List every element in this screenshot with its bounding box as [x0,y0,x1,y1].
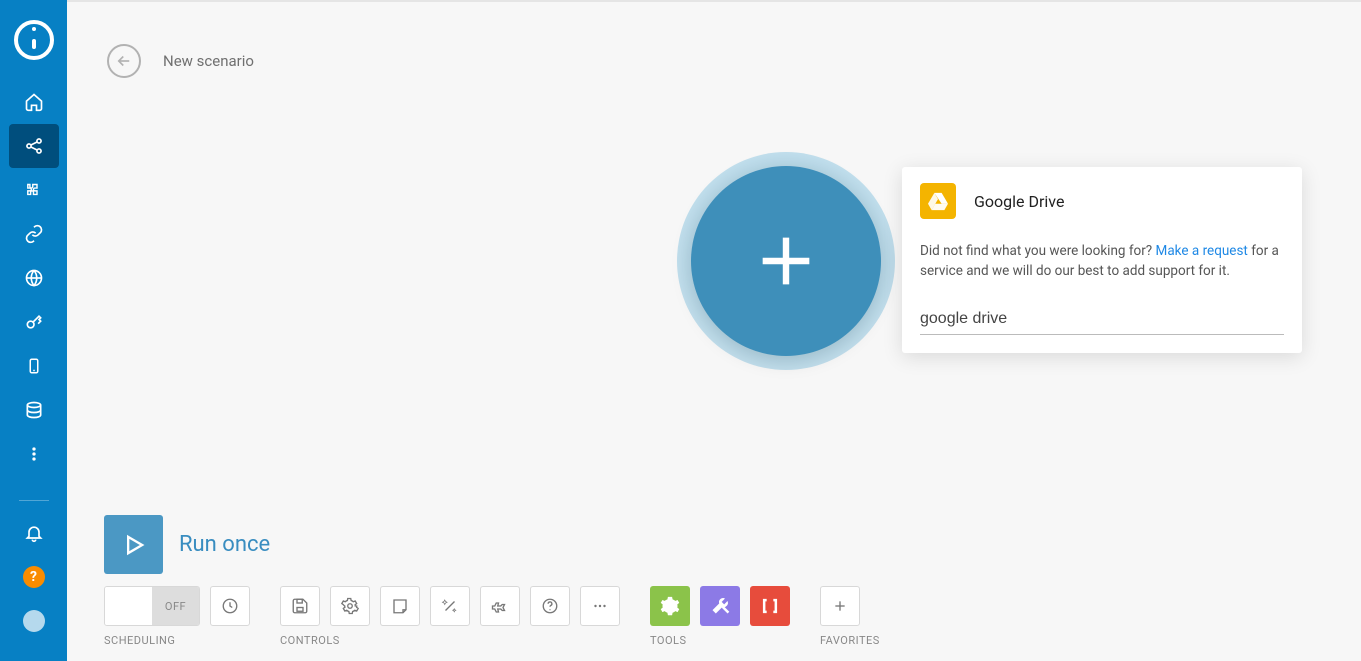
page-title[interactable]: New scenario [163,52,254,70]
help-icon: ? [23,566,45,588]
arrow-left-icon [115,52,133,70]
key-icon [24,312,44,332]
nav-more[interactable] [9,432,59,476]
play-icon [120,531,148,559]
canvas: New scenario Google Drive Did not find w… [67,0,1361,661]
tools-text-button[interactable] [750,586,790,626]
nav-notifications[interactable] [9,511,59,555]
settings-button[interactable] [330,586,370,626]
tools-toolkit-button[interactable] [700,586,740,626]
link-icon [24,224,44,244]
controls-label: CONTROLS [280,634,620,647]
nav-scenarios[interactable] [9,124,59,168]
run-row: Run once [104,515,270,574]
toggle-off-label: OFF [152,587,199,625]
plus-icon [751,226,821,296]
google-drive-icon [920,183,956,219]
dots-horizontal-icon [591,597,609,615]
home-icon [24,92,44,112]
tools-flow-button[interactable] [650,586,690,626]
share-icon [24,136,44,156]
notes-button[interactable] [380,586,420,626]
save-button[interactable] [280,586,320,626]
schedule-settings-button[interactable] [210,586,250,626]
nav-devices[interactable] [9,344,59,388]
back-button[interactable] [107,44,141,78]
puzzle-icon [24,180,44,200]
plus-small-icon [832,598,848,614]
logo[interactable] [0,0,67,80]
database-icon [24,400,44,420]
gear-fill-icon [660,596,680,616]
favorites-group: FAVORITES [820,586,880,647]
nav-datastores[interactable] [9,388,59,432]
wrench-icon [710,596,730,616]
sidebar: ? [0,0,67,661]
dots-vertical-icon [24,444,44,464]
plane-icon [491,597,509,615]
explain-flow-button[interactable] [480,586,520,626]
nav-profile[interactable] [9,599,59,643]
make-request-link[interactable]: Make a request [1156,243,1248,259]
search-result-label: Google Drive [974,192,1064,211]
bell-icon [24,523,44,543]
request-service-text: Did not find what you were looking for? … [902,235,1302,296]
brackets-icon [760,596,780,616]
tools-label: TOOLS [650,634,790,647]
nav-help[interactable]: ? [9,555,59,599]
run-once-label: Run once [179,532,270,557]
add-favorite-button[interactable] [820,586,860,626]
tools-group: TOOLS [650,586,790,647]
nav-home[interactable] [9,80,59,124]
bottom-toolbar: OFF SCHEDULING [104,586,910,647]
avatar-icon [23,610,45,632]
save-icon [291,597,309,615]
add-module-button[interactable] [691,166,881,356]
nav-keys[interactable] [9,300,59,344]
module-halo [677,152,895,370]
note-icon [391,597,409,615]
globe-icon [24,268,44,288]
gear-icon [341,597,359,615]
run-once-button[interactable] [104,515,163,574]
scheduling-toggle[interactable]: OFF [104,586,200,626]
module-search-popup: Google Drive Did not find what you were … [902,167,1302,353]
mobile-icon [25,356,43,376]
controls-group: CONTROLS [280,586,620,647]
auto-align-button[interactable] [430,586,470,626]
module-search-input[interactable] [920,304,1284,335]
search-result-google-drive[interactable]: Google Drive [902,167,1302,235]
scheduling-label: SCHEDULING [104,634,250,647]
help-button[interactable] [530,586,570,626]
scheduling-group: OFF SCHEDULING [104,586,250,647]
question-icon [541,597,559,615]
nav-templates[interactable] [9,168,59,212]
wand-icon [441,597,459,615]
more-controls-button[interactable] [580,586,620,626]
nav-connections[interactable] [9,212,59,256]
clock-icon [221,597,239,615]
favorites-label: FAVORITES [820,634,880,647]
nav-webhooks[interactable] [9,256,59,300]
